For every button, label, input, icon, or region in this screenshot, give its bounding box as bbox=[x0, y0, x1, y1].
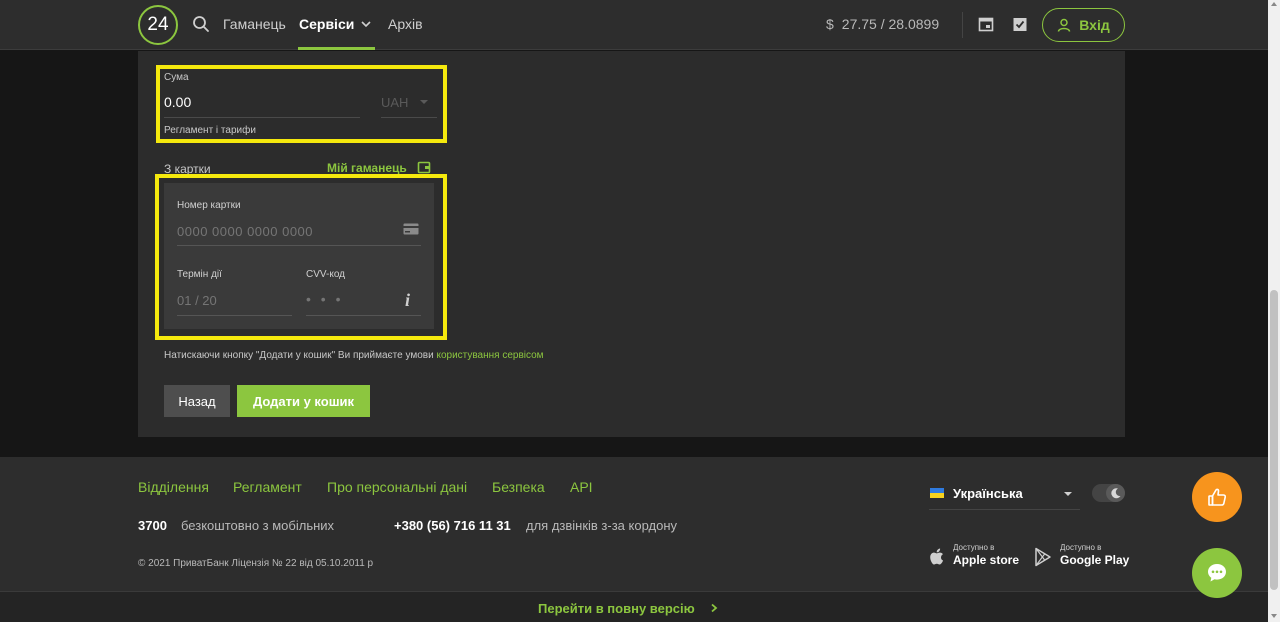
rate-value: 27.75 / 28.0899 bbox=[841, 16, 940, 32]
terms-prefix: Натискаючи кнопку "Додати у кошик" Ви пр… bbox=[164, 350, 437, 361]
login-button[interactable]: Вхід bbox=[1042, 8, 1125, 42]
wallet-icon[interactable] bbox=[417, 160, 431, 174]
nav-archive[interactable]: Архів bbox=[388, 16, 423, 32]
google-play-label: Google Play bbox=[1060, 553, 1130, 567]
my-wallet-link[interactable]: Мій гаманець bbox=[327, 161, 407, 175]
google-play-badge[interactable]: Доступно в Google Play bbox=[1060, 543, 1129, 567]
short-phone-note: безкоштовно з мобільних bbox=[181, 518, 335, 533]
header-divider bbox=[962, 12, 963, 38]
scroll-up-arrow[interactable] bbox=[1271, 2, 1277, 6]
flag-icon bbox=[930, 488, 944, 498]
apple-store-badge[interactable]: Доступно в Apple store bbox=[953, 543, 1019, 567]
chevron-down-icon[interactable] bbox=[360, 18, 372, 30]
highlight-box-card bbox=[155, 174, 447, 340]
top-header: 24 Гаманець Сервіси Архів $27.75 / 28.08… bbox=[0, 0, 1268, 50]
footer-link-personal-data[interactable]: Про персональні дані bbox=[327, 479, 467, 495]
apple-icon[interactable] bbox=[928, 547, 946, 567]
google-play-small: Доступно в bbox=[1060, 543, 1102, 552]
nav-active-indicator bbox=[298, 47, 375, 50]
terms-notice: Натискаючи кнопку "Додати у кошик" Ви пр… bbox=[164, 350, 544, 361]
nav-services[interactable]: Сервіси bbox=[299, 16, 354, 32]
scroll-thumb[interactable] bbox=[1270, 290, 1278, 590]
feedback-button[interactable] bbox=[1192, 472, 1242, 522]
privat24-logo[interactable]: 24 bbox=[138, 5, 178, 45]
rate-currency: $ bbox=[826, 16, 834, 32]
scroll-down-arrow[interactable] bbox=[1271, 614, 1277, 618]
checklist-icon[interactable] bbox=[1012, 16, 1028, 32]
language-select[interactable]: Українська bbox=[953, 486, 1023, 501]
google-play-icon[interactable] bbox=[1034, 547, 1052, 567]
exchange-rate: $27.75 / 28.0899 bbox=[826, 16, 939, 32]
short-phone[interactable]: 3700 bbox=[138, 518, 167, 533]
search-icon[interactable] bbox=[192, 15, 210, 33]
language-underline bbox=[929, 509, 1080, 510]
calendar-icon[interactable] bbox=[978, 16, 994, 32]
back-button[interactable]: Назад bbox=[164, 385, 230, 417]
apple-store-small: Доступно в bbox=[953, 543, 995, 552]
highlight-box-sum bbox=[156, 65, 447, 143]
full-version-link[interactable]: Перейти в повну версію bbox=[538, 601, 695, 616]
apple-store-label: Apple store bbox=[953, 553, 1020, 567]
full-phone-note: для дзвінків з-за кордону bbox=[526, 518, 678, 533]
user-icon bbox=[1058, 18, 1071, 32]
footer-link-branches[interactable]: Відділення bbox=[138, 479, 209, 495]
moon-icon bbox=[1111, 488, 1121, 499]
full-phone[interactable]: +380 (56) 716 11 31 bbox=[394, 518, 511, 533]
add-to-cart-button[interactable]: Додати у кошик bbox=[237, 385, 370, 417]
language-caret-icon[interactable] bbox=[1064, 492, 1072, 496]
chevron-right-icon[interactable] bbox=[709, 603, 719, 613]
terms-link[interactable]: користування сервісом bbox=[436, 350, 543, 361]
footer-link-regulations[interactable]: Регламент bbox=[233, 479, 302, 495]
page-scrollbar[interactable] bbox=[1268, 0, 1280, 622]
footer-link-api[interactable]: API bbox=[570, 479, 593, 495]
chat-icon bbox=[1208, 564, 1226, 582]
chat-button[interactable] bbox=[1192, 548, 1242, 598]
login-label: Вхід bbox=[1079, 17, 1110, 33]
footer-link-security[interactable]: Безпека bbox=[492, 479, 545, 495]
thumbs-up-icon bbox=[1208, 488, 1227, 506]
nav-wallet[interactable]: Гаманець bbox=[223, 16, 286, 32]
copyright: © 2021 ПриватБанк Ліцензія № 22 від 05.1… bbox=[138, 558, 374, 569]
